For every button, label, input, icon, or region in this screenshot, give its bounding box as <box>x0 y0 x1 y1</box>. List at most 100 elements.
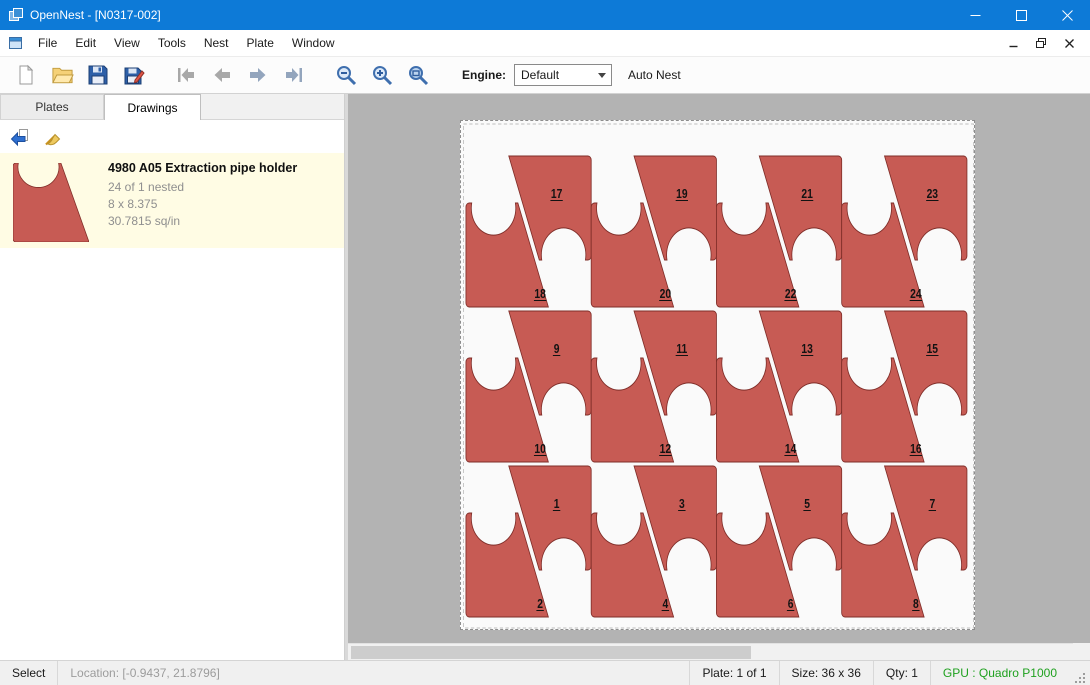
part-number[interactable]: 14 <box>785 443 797 456</box>
first-plate-button[interactable] <box>168 60 204 90</box>
part-number[interactable]: 7 <box>929 498 935 511</box>
part-number[interactable]: 1 <box>554 498 560 511</box>
part-number[interactable]: 22 <box>785 288 796 301</box>
tab-drawings[interactable]: Drawings <box>104 94 201 120</box>
replace-drawing-button[interactable] <box>5 124 33 150</box>
status-location: Location: [-0.9437, 21.8796] <box>58 661 231 685</box>
drawings-toolbar <box>0 120 344 153</box>
part-number[interactable]: 3 <box>679 498 685 511</box>
part-number[interactable]: 2 <box>537 598 543 611</box>
drawing-area: 30.7815 sq/in <box>108 213 297 230</box>
mdi-restore-button[interactable] <box>1030 33 1052 53</box>
next-plate-button[interactable] <box>240 60 276 90</box>
part-number[interactable]: 6 <box>788 598 794 611</box>
part-number[interactable]: 13 <box>801 343 812 356</box>
part-number[interactable]: 20 <box>660 288 671 301</box>
zoom-out-icon <box>335 64 358 87</box>
drawing-title: 4980 A05 Extraction pipe holder <box>108 161 297 175</box>
app-icon <box>8 7 24 23</box>
nested-pair: 23 24 <box>842 156 967 307</box>
scrollbar-corner <box>1073 643 1090 660</box>
mdi-minimize-icon <box>1009 39 1018 48</box>
part-number[interactable]: 15 <box>927 343 939 356</box>
close-button[interactable] <box>1044 0 1090 30</box>
new-document-icon <box>15 64 37 86</box>
last-plate-icon <box>283 64 305 86</box>
app-window: OpenNest - [N0317-002] File Edit View To… <box>0 0 1090 685</box>
clear-drawings-button[interactable] <box>39 124 67 150</box>
status-qty: Qty: 1 <box>873 661 930 685</box>
part-number[interactable]: 24 <box>910 288 922 301</box>
nested-pair: 1920 <box>591 156 716 307</box>
status-gpu: GPU : Quadro P1000 <box>930 661 1069 685</box>
part-number[interactable]: 11 <box>676 343 687 356</box>
drawing-meta: 4980 A05 Extraction pipe holder 24 of 1 … <box>108 159 297 230</box>
status-plate: Plate: 1 of 1 <box>689 661 778 685</box>
mdi-restore-icon <box>1036 38 1046 48</box>
save-button[interactable] <box>80 60 116 90</box>
zoom-fit-button[interactable] <box>400 60 436 90</box>
nested-pair: 1718 <box>466 156 591 307</box>
engine-select[interactable]: Default <box>514 64 612 86</box>
main-toolbar: Engine: Default Auto Nest <box>0 57 1090 94</box>
part-number[interactable]: 4 <box>662 598 668 611</box>
opennest-app-icon <box>8 7 24 23</box>
nest-plate-svg[interactable]: 171819202122232491011121314151612345678 <box>461 121 976 631</box>
sidebar: Plates Drawings <box>0 94 345 660</box>
open-folder-icon <box>51 64 74 86</box>
part-number[interactable]: 18 <box>534 288 546 301</box>
nested-pair: 13 14 <box>716 311 841 462</box>
new-button[interactable] <box>8 60 44 90</box>
menu-view[interactable]: View <box>105 30 149 56</box>
menu-file[interactable]: File <box>29 30 66 56</box>
drawing-list-item[interactable]: 4980 A05 Extraction pipe holder 24 of 1 … <box>0 153 344 248</box>
part-number[interactable]: 5 <box>804 498 810 511</box>
open-button[interactable] <box>44 60 80 90</box>
menu-plate[interactable]: Plate <box>238 30 283 56</box>
part-number[interactable]: 21 <box>801 188 813 201</box>
part-number[interactable]: 12 <box>660 443 671 456</box>
part-number[interactable]: 9 <box>554 343 560 356</box>
menu-window[interactable]: Window <box>283 30 344 56</box>
tab-plates[interactable]: Plates <box>0 94 104 119</box>
part-number[interactable]: 23 <box>927 188 938 201</box>
previous-plate-icon <box>211 64 233 86</box>
part-number[interactable]: 19 <box>676 188 687 201</box>
part-number[interactable]: 8 <box>913 598 919 611</box>
mdi-minimize-button[interactable] <box>1002 33 1024 53</box>
clear-drawings-icon <box>43 127 64 147</box>
nest-canvas[interactable]: 171819202122232491011121314151612345678 <box>348 94 1090 660</box>
menu-tools[interactable]: Tools <box>149 30 195 56</box>
statusbar: Select Location: [-0.9437, 21.8796] Plat… <box>0 660 1090 685</box>
minimize-button[interactable] <box>952 0 998 30</box>
horizontal-scrollbar[interactable] <box>348 643 1090 660</box>
next-plate-icon <box>247 64 269 86</box>
window-title: OpenNest - [N0317-002] <box>30 8 161 22</box>
zoom-fit-icon <box>407 64 430 87</box>
menu-nest[interactable]: Nest <box>195 30 238 56</box>
maximize-button[interactable] <box>998 0 1044 30</box>
engine-label: Engine: <box>462 68 506 82</box>
drawing-nested-count: 24 of 1 nested <box>108 179 297 196</box>
last-plate-button[interactable] <box>276 60 312 90</box>
chevron-down-icon <box>593 73 611 78</box>
horizontal-scrollbar-thumb[interactable] <box>351 646 751 659</box>
resize-grip-icon[interactable] <box>1073 671 1087 685</box>
zoom-in-button[interactable] <box>364 60 400 90</box>
part-number[interactable]: 17 <box>551 188 562 201</box>
nested-pair: 12 <box>466 466 591 617</box>
document-window-icon[interactable] <box>8 36 23 50</box>
part-number[interactable]: 10 <box>534 443 545 456</box>
nested-pair: 11 12 <box>591 311 716 462</box>
zoom-out-button[interactable] <box>328 60 364 90</box>
auto-nest-button[interactable]: Auto Nest <box>628 68 681 82</box>
menu-edit[interactable]: Edit <box>66 30 105 56</box>
previous-plate-button[interactable] <box>204 60 240 90</box>
nested-pair: 34 <box>591 466 716 617</box>
mdi-close-button[interactable] <box>1058 33 1080 53</box>
save-icon <box>87 64 109 86</box>
part-number[interactable]: 16 <box>910 443 921 456</box>
zoom-in-icon <box>371 64 394 87</box>
save-as-button[interactable] <box>116 60 152 90</box>
plate[interactable]: 171819202122232491011121314151612345678 <box>460 120 975 630</box>
